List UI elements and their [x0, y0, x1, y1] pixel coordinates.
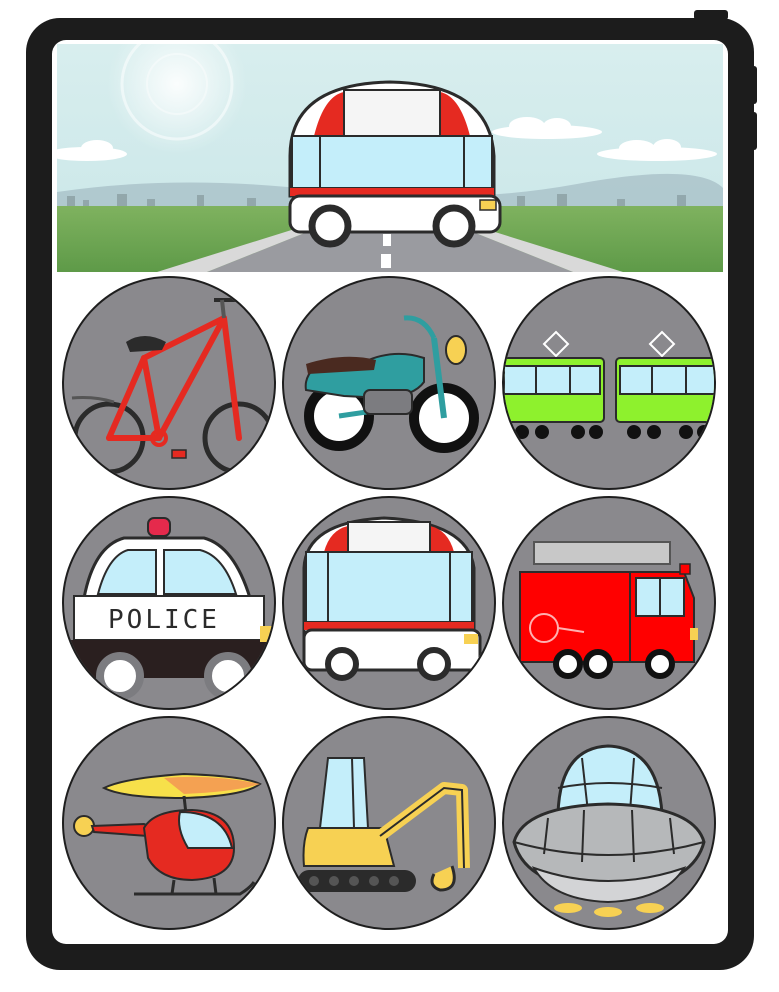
bicycle-icon	[71, 298, 274, 475]
vehicle-grid: POLICE	[52, 40, 728, 944]
tablet-screen: POLICE	[52, 40, 728, 944]
fire-truck-tile[interactable]	[502, 496, 716, 710]
excavator-tile[interactable]	[282, 716, 496, 930]
police-label: POLICE	[108, 605, 220, 635]
helicopter-tile[interactable]	[62, 716, 276, 930]
helicopter-icon	[73, 772, 262, 896]
motorcycle-icon	[304, 315, 479, 453]
excavator-icon	[298, 757, 470, 892]
train-icon	[504, 330, 714, 439]
ufo-icon	[512, 744, 706, 917]
ambulance-tile[interactable]	[282, 496, 496, 710]
police-car-tile[interactable]: POLICE	[62, 496, 276, 710]
police-car-icon: POLICE	[68, 517, 272, 700]
motorcycle-tile[interactable]	[282, 276, 496, 490]
bicycle-tile[interactable]	[62, 276, 276, 490]
train-tile[interactable]	[502, 276, 716, 490]
ambulance-icon	[302, 516, 482, 681]
fire-truck-icon	[519, 541, 698, 679]
ufo-tile[interactable]	[502, 716, 716, 930]
